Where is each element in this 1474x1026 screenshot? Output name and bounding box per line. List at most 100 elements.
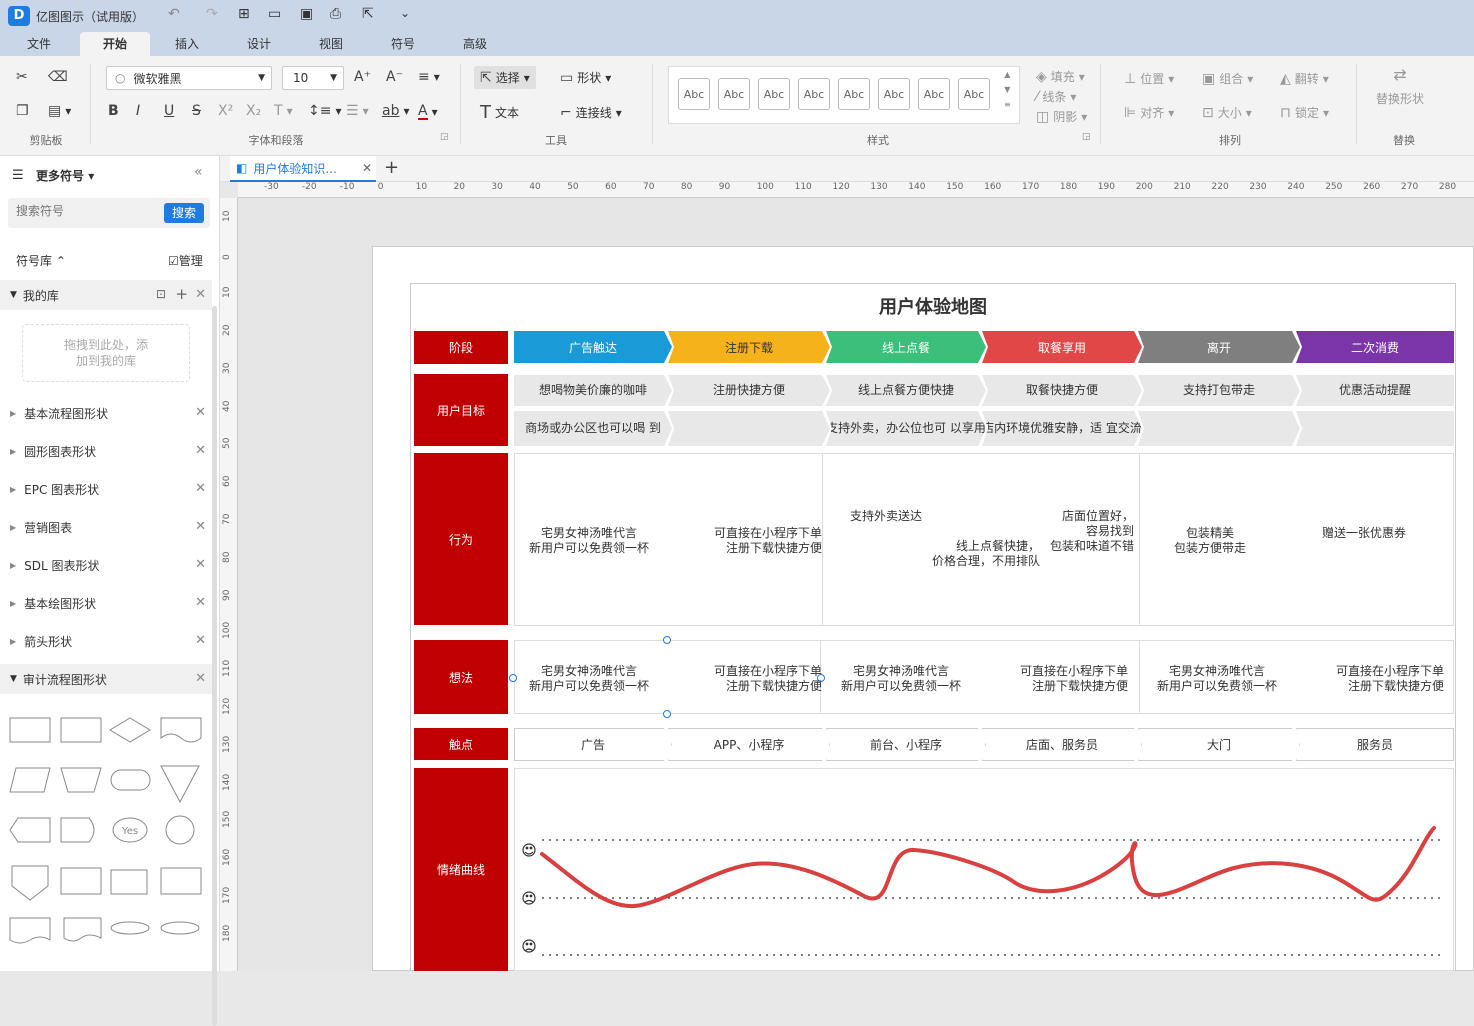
superscript-icon[interactable]: X² (218, 104, 233, 118)
shape-tool[interactable]: ▭ 形状 ▾ (560, 69, 611, 86)
close-icon[interactable]: ✕ (195, 481, 206, 496)
bold-icon[interactable]: B (108, 104, 119, 118)
bullets-icon[interactable]: ☰ ▾ (346, 104, 369, 118)
menu-symbol[interactable]: 符号 (376, 32, 430, 56)
row-header-touch[interactable]: 触点 (414, 728, 508, 760)
size-button[interactable]: ⊡ 大小 ▾ (1202, 104, 1252, 121)
more-symbols-button[interactable]: 更多符号 ▾ (36, 167, 94, 184)
library-arrows[interactable]: ▶ 箭头形状 ✕ (0, 626, 212, 656)
text-case-icon[interactable]: T ▾ (274, 104, 293, 118)
thought-text[interactable]: 可直接在小程序下单 注册下载快捷方便 (1300, 664, 1444, 694)
search-button[interactable]: 搜索 (164, 203, 204, 223)
row-header-thought[interactable]: 想法 (414, 640, 508, 714)
goal-cell[interactable]: 线上点餐方便快捷 (826, 375, 986, 406)
behavior-text[interactable]: 宅男女神汤唯代言 新用户可以免费领一杯 (516, 526, 662, 556)
redo-icon[interactable]: ↷ (206, 6, 218, 22)
group-button[interactable]: ▣ 组合 ▾ (1202, 70, 1253, 87)
selection-handle[interactable] (663, 636, 671, 644)
library-audit-flowchart[interactable]: ▼ 审计流程图形状 ✕ (0, 664, 212, 694)
row-header-goal[interactable]: 用户目标 (414, 374, 508, 446)
stage-ad-reach[interactable]: 广告触达 (514, 331, 672, 363)
style-swatch[interactable]: Abc (798, 78, 830, 110)
thought-text[interactable]: 宅男女神汤唯代言 新用户可以免费领一杯 (1144, 664, 1290, 694)
style-swatch[interactable]: Abc (838, 78, 870, 110)
goal-cell[interactable]: 优惠活动提醒 (1296, 375, 1454, 406)
style-swatch[interactable]: Abc (958, 78, 990, 110)
selection-handle[interactable] (663, 710, 671, 718)
thought-text[interactable]: 宅男女神汤唯代言 新用户可以免费领一杯 (516, 664, 662, 694)
touchpoint-cell[interactable]: 大门 (1138, 728, 1300, 761)
touchpoint-cell[interactable]: 服务员 (1296, 728, 1454, 761)
goal-cell[interactable]: 商场或办公区也可以喝 到 (514, 411, 672, 446)
goal-cell[interactable]: 店内环境优雅安静，适 宜交流 (982, 411, 1142, 446)
manage-button[interactable]: ☑管理 (168, 252, 203, 269)
close-icon[interactable]: ✕ (195, 287, 206, 302)
line-spacing-icon[interactable]: ↕≡ ▾ (308, 104, 342, 118)
symbol-library-toggle[interactable]: 符号库 ⌃ (16, 252, 66, 269)
touchpoint-cell[interactable]: 前台、小程序 (826, 728, 986, 761)
font-color-icon[interactable]: A ▾ (418, 104, 438, 120)
style-swatch[interactable]: Abc (758, 78, 790, 110)
stage-register[interactable]: 注册下载 (668, 331, 830, 363)
font-size-select[interactable]: 10 ▼ (282, 66, 344, 90)
paste-icon[interactable]: ▤ ▾ (48, 104, 71, 118)
stage-leave[interactable]: 离开 (1138, 331, 1300, 363)
menu-design[interactable]: 设计 (232, 32, 286, 56)
library-basic-drawing[interactable]: ▶ 基本绘图形状 ✕ (0, 588, 212, 618)
goal-cell[interactable]: 取餐快捷方便 (982, 375, 1142, 406)
behavior-text[interactable]: 可直接在小程序下单 注册下载快捷方便 (676, 526, 822, 556)
shadow-button[interactable]: ◫ 阴影 ▾ (1036, 108, 1087, 125)
new-tab-icon[interactable]: + (384, 157, 399, 178)
row-header-behavior[interactable]: 行为 (414, 453, 508, 625)
replace-shape-button[interactable]: ⇄ 替换形状 (1376, 67, 1424, 107)
behavior-text[interactable]: 支持外卖送达 (836, 509, 936, 524)
thought-text[interactable]: 可直接在小程序下单 注册下载快捷方便 (986, 664, 1128, 694)
close-icon[interactable]: ✕ (195, 519, 206, 534)
my-library-header[interactable]: ▼ 我的库 ⊡ + ✕ (0, 280, 212, 310)
goal-cell[interactable]: 支持外卖，办公位也可 以享用 (826, 411, 986, 446)
row-header-stage[interactable]: 阶段 (414, 331, 508, 364)
stage-online-order[interactable]: 线上点餐 (826, 331, 986, 363)
align-button[interactable]: ⊫ 对齐 ▾ (1124, 104, 1174, 121)
customize-icon[interactable]: ⌄ (400, 6, 410, 20)
close-icon[interactable]: ✕ (195, 405, 206, 420)
collapse-panel-icon[interactable]: « (194, 164, 203, 180)
goal-cell[interactable] (668, 411, 830, 446)
menu-view[interactable]: 视图 (304, 32, 358, 56)
dialog-launcher-icon[interactable]: ◲ (1082, 132, 1091, 142)
new-file-icon[interactable]: ⊞ (238, 6, 250, 22)
text-tool[interactable]: T 文本 (480, 103, 519, 121)
touchpoint-cell[interactable]: 店面、服务员 (982, 728, 1142, 761)
thought-text[interactable]: 可直接在小程序下单 注册下载快捷方便 (676, 664, 822, 694)
dialog-launcher-icon[interactable]: ◲ (440, 132, 449, 142)
connector-tool[interactable]: ⌐ 连接线 ▾ (560, 104, 622, 121)
save-icon[interactable]: ▣ (300, 6, 313, 22)
import-icon[interactable]: ⊡ (156, 287, 166, 301)
cut-icon[interactable]: ✂ (16, 70, 28, 84)
drop-zone[interactable]: 拖拽到此处，添 加到我的库 (22, 324, 190, 382)
gallery-scroll-icon[interactable]: ▲ ▼ ≡ (1004, 70, 1011, 109)
position-button[interactable]: ⊥ 位置 ▾ (1124, 70, 1174, 87)
symbol-search-input[interactable] (16, 204, 156, 218)
stage-pickup[interactable]: 取餐享用 (982, 331, 1142, 363)
behavior-text[interactable]: 线上点餐快捷， 价格合理，不用排队 (870, 539, 1040, 569)
behavior-text[interactable]: 赠送一张优惠券 (1296, 526, 1432, 541)
increase-font-icon[interactable]: A⁺ (354, 70, 371, 84)
print-icon[interactable]: ⎙ (330, 6, 341, 22)
goal-cell[interactable] (1138, 411, 1300, 446)
goal-cell[interactable]: 注册快捷方便 (668, 375, 830, 406)
behavior-text[interactable]: 包装精美 包装方便带走 (1150, 526, 1270, 556)
lock-button[interactable]: ⊓ 锁定 ▾ (1280, 104, 1329, 121)
style-swatch[interactable]: Abc (878, 78, 910, 110)
menu-file[interactable]: 文件 (10, 32, 68, 56)
stage-repurchase[interactable]: 二次消费 (1296, 331, 1454, 363)
highlight-icon[interactable]: ab ▾ (382, 104, 410, 118)
close-tab-icon[interactable]: ✕ (362, 161, 372, 175)
goal-cell[interactable] (1296, 411, 1454, 446)
goal-cell[interactable]: 支持打包带走 (1138, 375, 1300, 406)
format-painter-icon[interactable]: ⌫ (48, 70, 68, 84)
subscript-icon[interactable]: X₂ (246, 104, 261, 118)
decrease-font-icon[interactable]: A⁻ (386, 70, 403, 84)
row-header-emotion[interactable]: 情绪曲线 (414, 768, 508, 971)
copy-icon[interactable]: ❐ (16, 104, 29, 118)
